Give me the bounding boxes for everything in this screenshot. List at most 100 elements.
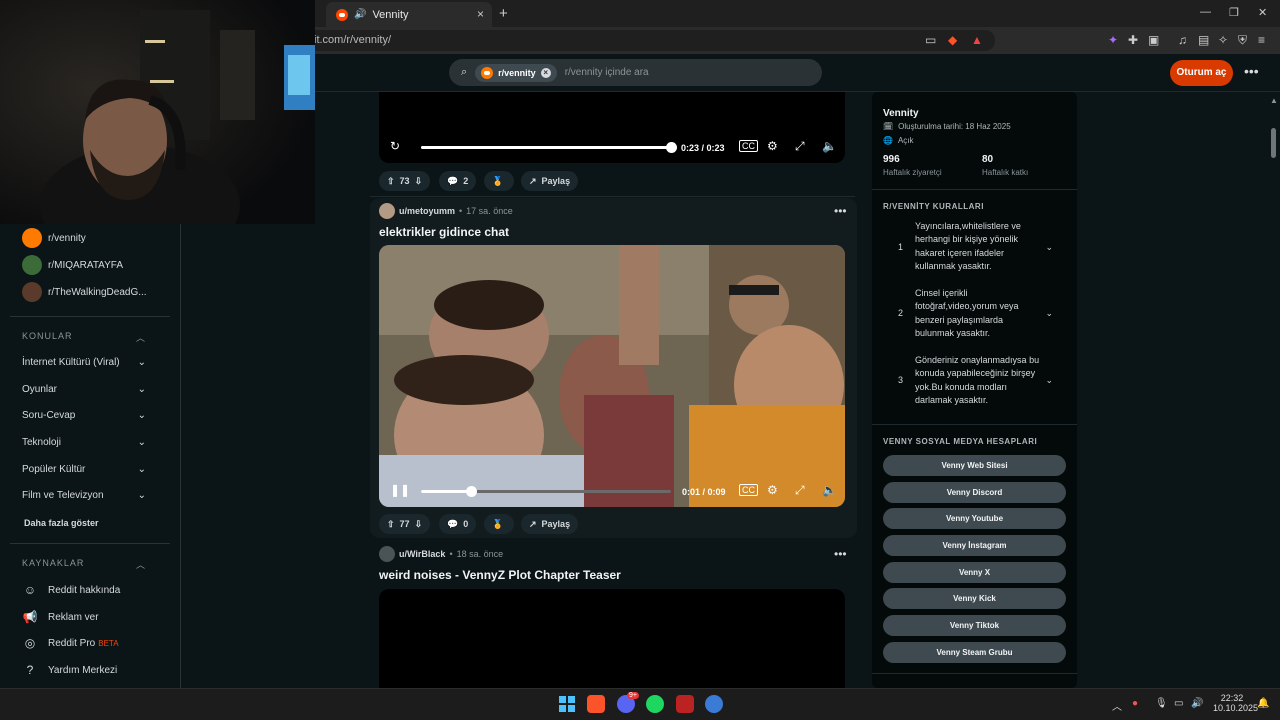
social-link-button[interactable]: Venny Discord xyxy=(883,482,1066,503)
maximize-button[interactable]: ❐ xyxy=(1229,6,1239,19)
social-link-button[interactable]: Venny Kick xyxy=(883,588,1066,609)
brave-shield-icon[interactable]: ◆ xyxy=(948,33,957,47)
notifications-icon[interactable]: 🔔 xyxy=(1257,698,1269,709)
upvote-icon[interactable]: ⇧ xyxy=(387,176,395,187)
close-window-button[interactable]: ✕ xyxy=(1258,6,1267,19)
sidebar-community-miqaratayfa[interactable]: r/MIQARATAYFA xyxy=(22,255,123,275)
user-avatar[interactable] xyxy=(379,203,395,219)
network-icon[interactable]: ▭ xyxy=(1174,698,1183,709)
social-link-button[interactable]: Venny Tiktok xyxy=(883,615,1066,636)
vpn-icon[interactable]: ⛨ xyxy=(1238,33,1247,48)
post-title[interactable]: weird noises - VennyZ Plot Chapter Tease… xyxy=(379,568,621,582)
video-player[interactable] xyxy=(379,589,845,688)
social-link-button[interactable]: Venny X xyxy=(883,562,1066,583)
social-link-button[interactable]: Venny Web Sitesi xyxy=(883,455,1066,476)
spotify-taskbar-icon[interactable] xyxy=(646,695,664,713)
speaker-icon[interactable]: 🔊 xyxy=(354,9,366,20)
resources-heading[interactable]: KAYNAKLAR ︿ xyxy=(22,558,146,570)
comments-button[interactable]: 💬 2 xyxy=(439,171,477,191)
chevron-up-icon[interactable]: ︿ xyxy=(1112,698,1122,713)
seek-knob[interactable] xyxy=(466,486,477,497)
media-icon[interactable]: ♫ xyxy=(1178,33,1187,47)
sidebar-topic[interactable]: Oyunlar ⌄ xyxy=(22,384,146,395)
sidebar-icon[interactable]: ▣ xyxy=(1148,33,1159,47)
show-more-link[interactable]: Daha fazla göster xyxy=(24,518,148,528)
share-button[interactable]: ↗ Paylaş xyxy=(521,171,579,191)
chip-remove-icon[interactable]: × xyxy=(540,67,551,78)
scroll-up-icon[interactable]: ▲ xyxy=(1270,96,1278,105)
resource-advertise[interactable]: 📢 Reklam ver xyxy=(22,610,99,624)
settings-gear-icon[interactable]: ⚙ xyxy=(767,139,778,153)
community-chip[interactable]: r/vennity × xyxy=(475,63,557,82)
post-title[interactable]: elektrikler gidince chat xyxy=(379,225,509,239)
page-scrollbar[interactable] xyxy=(1271,128,1276,158)
award-button[interactable]: 🏅 xyxy=(484,171,514,191)
microphone-icon[interactable]: 🎙 xyxy=(1155,698,1168,709)
upvote-icon[interactable]: ⇧ xyxy=(387,519,395,530)
social-link-button[interactable]: Venny İnstagram xyxy=(883,535,1066,556)
brave-rewards-icon[interactable]: ▲ xyxy=(971,33,983,47)
minimize-button[interactable]: — xyxy=(1200,6,1211,18)
more-options-icon[interactable]: ••• xyxy=(1244,63,1259,79)
downvote-icon[interactable]: ⇩ xyxy=(415,176,423,187)
captions-icon[interactable]: CC xyxy=(739,140,758,152)
social-link-button[interactable]: Venny Steam Grubu xyxy=(883,642,1066,663)
sidebar-topic[interactable]: Film ve Televizyon ⌄ xyxy=(22,490,146,501)
tab-close-icon[interactable]: × xyxy=(477,7,484,21)
login-button[interactable]: Oturum aç xyxy=(1170,60,1233,86)
replay-icon[interactable]: ↻ xyxy=(390,139,400,153)
steam-taskbar-icon[interactable] xyxy=(705,695,723,713)
chevron-down-icon[interactable]: ⌄ xyxy=(1045,307,1053,320)
award-button[interactable]: 🏅 xyxy=(484,514,514,534)
app-taskbar-icon[interactable] xyxy=(676,695,694,713)
sidebar-topic[interactable]: Popüler Kültür ⌄ xyxy=(22,464,146,475)
browser-tab[interactable]: 🔊 Vennity × xyxy=(326,2,492,27)
address-bar[interactable]: it.com/r/vennity/ xyxy=(300,30,995,51)
post-author[interactable]: u/metoyumm xyxy=(399,206,455,216)
ai-icon[interactable]: ✧ xyxy=(1218,33,1228,47)
new-tab-button[interactable]: + xyxy=(499,5,508,22)
downvote-icon[interactable]: ⇩ xyxy=(415,519,423,530)
start-button[interactable] xyxy=(558,695,576,713)
menu-icon[interactable]: ≡ xyxy=(1258,33,1265,47)
rule-item[interactable]: 1 Yayıncılara,whitelistlere ve herhangi … xyxy=(893,220,1063,276)
post-author[interactable]: u/WirBlack xyxy=(399,549,445,559)
clock[interactable]: 22:32 10.10.2025 xyxy=(1213,693,1258,713)
user-avatar[interactable] xyxy=(379,546,395,562)
fullscreen-icon[interactable]: ⤢ xyxy=(795,483,805,498)
volume-icon[interactable]: 🔈 xyxy=(822,139,837,153)
sidebar-community-twd[interactable]: r/TheWalkingDeadG... xyxy=(22,282,147,302)
vote-buttons[interactable]: ⇧ 73 ⇩ xyxy=(379,171,431,191)
leo-icon[interactable]: ✦ xyxy=(1108,33,1118,47)
cast-icon[interactable]: ▭ xyxy=(925,33,936,47)
extensions-icon[interactable]: ✚ xyxy=(1128,33,1138,47)
captions-icon[interactable]: CC xyxy=(739,484,758,496)
topics-heading[interactable]: KONULAR ︿ xyxy=(22,331,146,343)
seek-knob[interactable] xyxy=(666,142,677,153)
speaker-icon[interactable]: 🔊 xyxy=(1191,698,1203,709)
video-player[interactable] xyxy=(379,245,845,507)
tray-app-icon[interactable]: ● xyxy=(1132,698,1138,709)
resource-about[interactable]: ☺ Reddit hakkında xyxy=(22,583,120,597)
resource-pro[interactable]: ◎ Reddit Pro BETA xyxy=(22,636,119,650)
brave-taskbar-icon[interactable] xyxy=(587,695,605,713)
fullscreen-icon[interactable]: ⤢ xyxy=(795,139,805,154)
sidebar-topic[interactable]: Teknoloji ⌄ xyxy=(22,437,146,448)
chevron-down-icon[interactable]: ⌄ xyxy=(1045,241,1053,254)
sidebar-topic[interactable]: Soru-Cevap ⌄ xyxy=(22,410,146,421)
rule-item[interactable]: 2 Cinsel içerikli fotoğraf,video,yorum v… xyxy=(893,287,1063,343)
volume-icon[interactable]: 🔈 xyxy=(822,483,837,497)
wallet-icon[interactable]: ▤ xyxy=(1198,33,1209,47)
sidebar-topic[interactable]: İnternet Kültürü (Viral) ⌄ xyxy=(22,357,146,368)
vote-buttons[interactable]: ⇧ 77 ⇩ xyxy=(379,514,431,534)
post-options-icon[interactable]: ••• xyxy=(834,204,847,218)
search-input[interactable]: ⌕ r/vennity × r/vennity içinde ara xyxy=(449,59,822,86)
share-button[interactable]: ↗ Paylaş xyxy=(521,514,579,534)
rule-item[interactable]: 3 Gönderiniz onaylanmadıysa bu konuda ya… xyxy=(893,354,1063,410)
comments-button[interactable]: 💬 0 xyxy=(439,514,477,534)
chevron-down-icon[interactable]: ⌄ xyxy=(1045,374,1053,387)
sidebar-community-vennity[interactable]: r/vennity xyxy=(22,228,86,248)
settings-gear-icon[interactable]: ⚙ xyxy=(767,483,778,497)
resource-help[interactable]: ? Yardım Merkezi xyxy=(22,663,118,677)
post-options-icon[interactable]: ••• xyxy=(834,547,847,561)
